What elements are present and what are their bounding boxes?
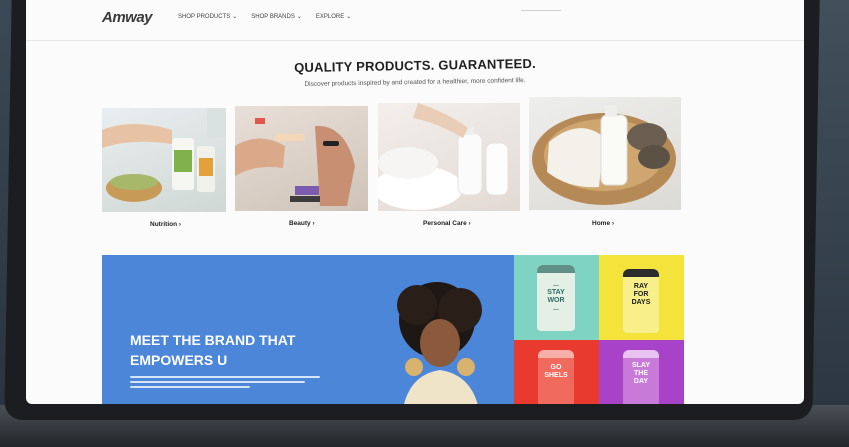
chevron-down-icon: ⌄ xyxy=(296,14,302,20)
product-tile-mint[interactable]: ... STAY WOR ... xyxy=(514,255,599,340)
home-illustration xyxy=(532,105,676,205)
category-link-personal-care[interactable]: Personal Care › xyxy=(423,220,471,227)
banner-blue-panel: MEET THE BRAND THAT EMPOWERS U xyxy=(102,255,514,404)
nav-explore[interactable]: EXPLORE ⌄ xyxy=(316,13,351,20)
category-link-beauty[interactable]: Beauty › xyxy=(289,220,315,227)
model-photo xyxy=(397,282,482,404)
category-link-nutrition[interactable]: Nutrition › xyxy=(150,221,181,228)
nutrition-photo[interactable] xyxy=(102,108,226,212)
category-link-home[interactable]: Home › xyxy=(592,220,614,227)
product-label: GO SHELS xyxy=(544,364,568,379)
nav-label: SHOP BRANDS xyxy=(251,14,295,20)
laptop-screen: Amway SHOP PRODUCTS ⌄ SHOP BRANDS ⌄ EXPLOR… xyxy=(26,0,804,404)
nutrition-illustration xyxy=(102,108,226,202)
product-tile-purple[interactable]: SLAY THE DAY xyxy=(599,340,684,404)
product-label: ... STAY WOR ... xyxy=(547,281,565,312)
beauty-illustration xyxy=(235,118,355,206)
nav-label: SHOP PRODUCTS xyxy=(178,14,231,20)
nav-shop-brands[interactable]: SHOP BRANDS ⌄ xyxy=(251,13,302,20)
product-label: SLAY THE DAY xyxy=(631,362,651,385)
banner-title: MEET THE BRAND THAT EMPOWERS U xyxy=(130,332,296,368)
nav-label: EXPLORE xyxy=(315,14,345,20)
product-tile-red[interactable]: GO SHELS xyxy=(514,340,599,404)
home-photo[interactable] xyxy=(529,97,681,210)
chevron-down-icon: ⌄ xyxy=(232,14,238,20)
personal-care-photo[interactable] xyxy=(378,103,520,211)
beauty-photo[interactable] xyxy=(235,106,368,211)
nav-shop-products[interactable]: SHOP PRODUCTS ⌄ xyxy=(178,13,237,20)
product-tile-yellow[interactable]: RAY FOR DAYS xyxy=(599,255,684,340)
chevron-down-icon: ⌄ xyxy=(346,14,352,20)
product-label: RAY FOR DAYS xyxy=(631,283,651,306)
search-field[interactable] xyxy=(521,10,561,11)
personal-care-illustration xyxy=(378,103,509,210)
promo-banner[interactable]: MEET THE BRAND THAT EMPOWERS U ... STAY … xyxy=(102,255,684,404)
brand-logo[interactable]: Amway xyxy=(102,9,153,26)
main-nav: SHOP PRODUCTS ⌄ SHOP BRANDS ⌄ EXPLORE ⌄ xyxy=(178,13,351,20)
site-header: Amway SHOP PRODUCTS ⌄ SHOP BRANDS ⌄ EXPLOR… xyxy=(26,0,804,41)
banner-body-text xyxy=(130,376,330,390)
